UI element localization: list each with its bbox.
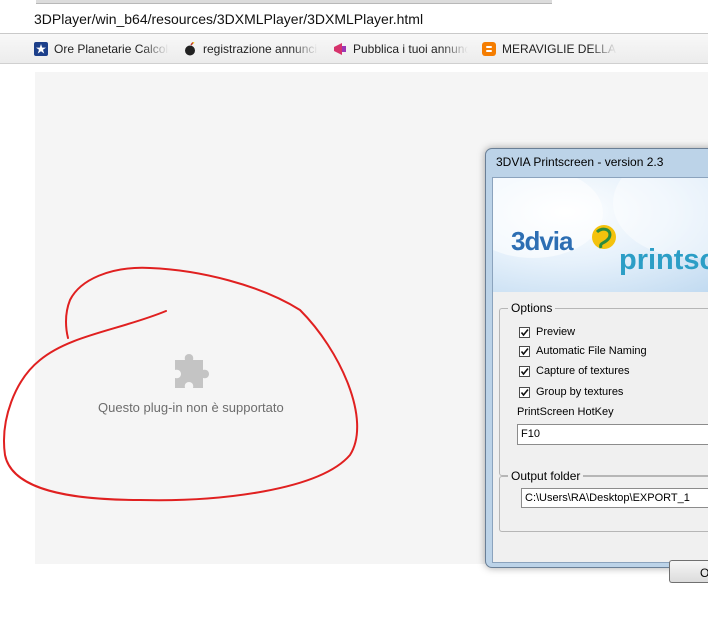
printscreen-dialog: 3DVIA Printscreen - version 2.3 3dvia pr… [485,148,708,583]
group-by-textures-checkbox[interactable]: Group by textures [519,385,623,399]
output-folder-input[interactable]: C:\Users\RA\Desktop\EXPORT_1 [521,488,708,508]
address-bar[interactable]: 3DPlayer/win_b64/resources/3DXMLPlayer/3… [0,0,708,34]
3dvia-logo-icon [589,222,619,252]
puzzle-piece-icon [171,346,217,392]
bookmark-registrazione[interactable]: registrazione annunci [183,41,318,57]
logo-printscreen: printscr [619,244,708,276]
url-text[interactable]: 3DPlayer/win_b64/resources/3DXMLPlayer/3… [34,11,423,27]
logo-3dvia: 3dvia [511,226,573,256]
dialog-body: 3dvia printscr Options Preview Automatic… [492,177,708,583]
printscreen-banner: 3dvia printscr [493,178,708,292]
options-group-title: Options [508,301,556,315]
dialog-title: 3DVIA Printscreen - version 2.3 [496,155,664,169]
checkbox-checked-icon[interactable] [519,365,530,377]
ok-button[interactable]: Ok [669,560,708,583]
checkbox-checked-icon[interactable] [519,326,530,338]
checkbox-checked-icon[interactable] [519,345,530,357]
star-globe-icon [34,42,48,56]
bookmark-pubblica[interactable]: Pubblica i tuoi annunci [333,41,468,57]
preview-checkbox[interactable]: Preview [519,325,575,339]
bookmark-meraviglie[interactable]: MERAVIGLIE DELLA S [482,41,617,57]
automatic-file-naming-checkbox[interactable]: Automatic File Naming [519,344,647,358]
hotkey-input[interactable]: F10 [517,424,708,445]
hotkey-label: PrintScreen HotKey [517,406,614,418]
bomb-icon [183,42,197,56]
megaphone-icon [333,42,347,56]
plugin-unsupported-message: Questo plug-in non è supportato [98,400,284,415]
blogger-icon [482,42,496,56]
output-folder-group-title: Output folder [508,469,584,483]
capture-of-textures-checkbox[interactable]: Capture of textures [519,364,630,378]
checkbox-checked-icon[interactable] [519,386,530,398]
bookmarks-bar: Ore Planetarie Calcolo registrazione ann… [0,34,708,64]
tab-strip-edge [36,0,552,4]
bookmark-ore-planetarie[interactable]: Ore Planetarie Calcolo [34,41,169,57]
